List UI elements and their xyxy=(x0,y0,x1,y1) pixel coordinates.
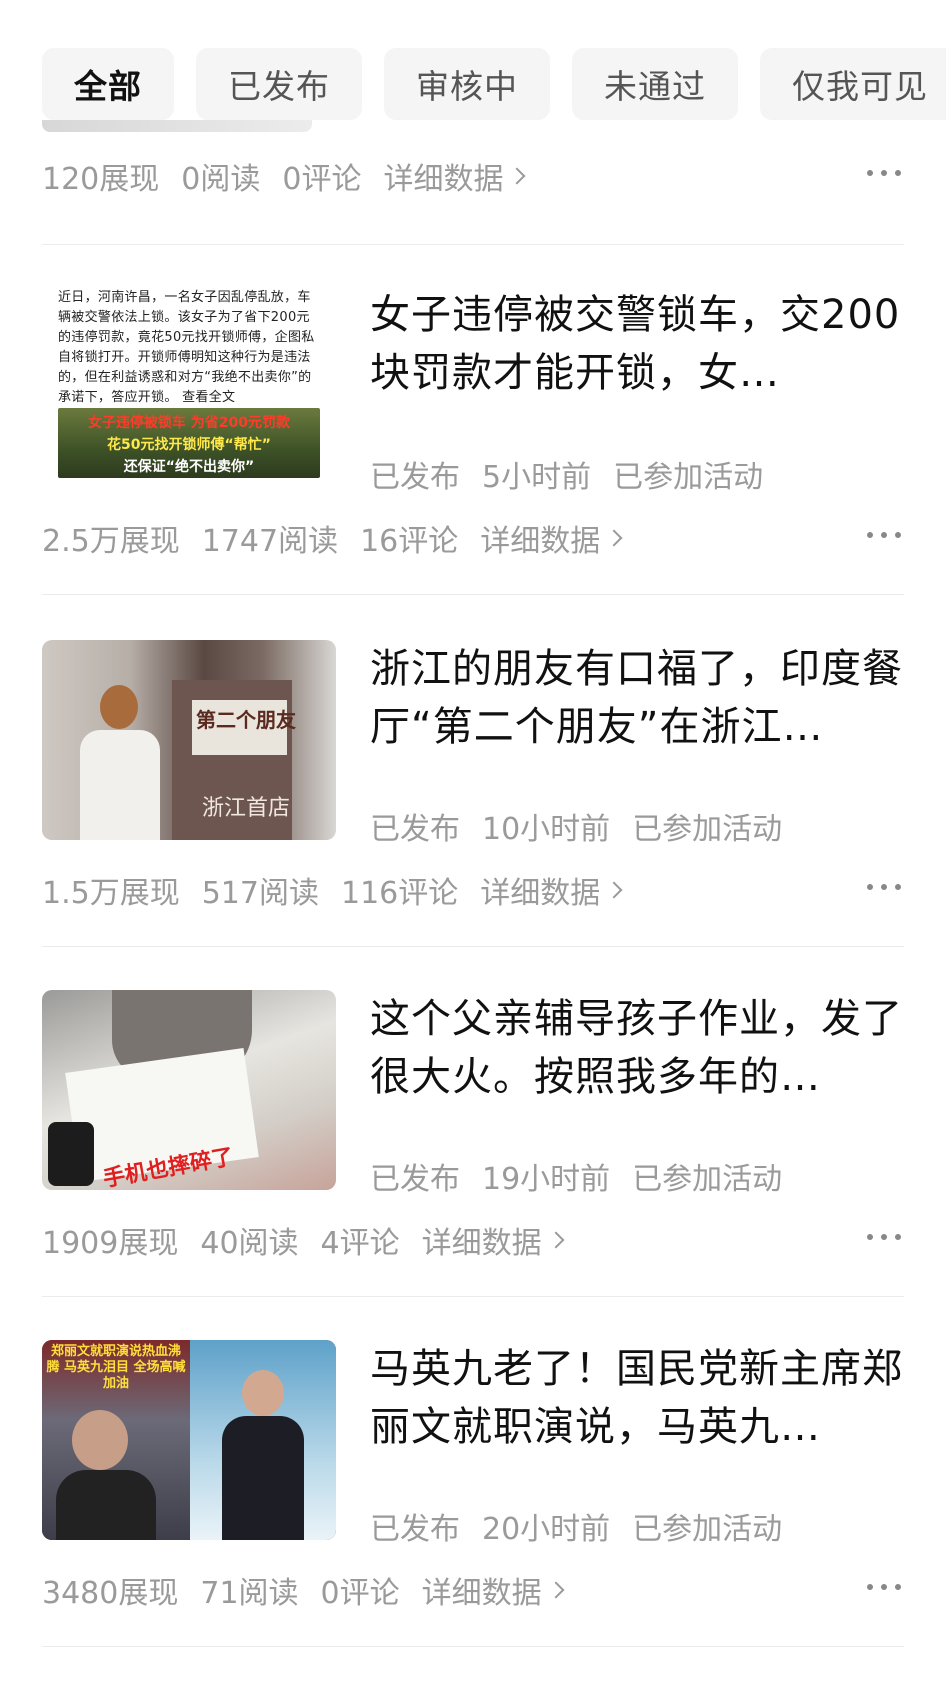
impressions-count: 3480展现 xyxy=(42,1576,179,1611)
detail-data-link[interactable]: 详细数据 xyxy=(383,154,526,198)
activity-label: 已参加活动 xyxy=(632,1512,783,1547)
article-title[interactable]: 浙江的朋友有口福了，印度餐厅“第二个朋友”在浙江… xyxy=(370,640,910,756)
tab-published[interactable]: 已发布 xyxy=(196,48,362,120)
divider xyxy=(42,1296,904,1297)
article-thumbnail[interactable]: 郑丽文就职演说热血沸腾 马英九泪目 全场高喊加油 xyxy=(42,1340,336,1540)
divider xyxy=(42,594,904,595)
impressions-count: 1.5万展现 xyxy=(42,876,180,911)
status-label: 已发布 xyxy=(370,812,460,847)
reads-count: 0阅读 xyxy=(181,162,261,197)
chevron-right-icon xyxy=(508,167,526,185)
detail-data-link[interactable]: 详细数据 xyxy=(422,1568,565,1612)
article-card[interactable]: 第二个朋友 浙江首店 浙江的朋友有口福了，印度餐厅“第二个朋友”在浙江… 已发布… xyxy=(42,632,904,932)
article-thumbnail[interactable]: 第二个朋友 浙江首店 xyxy=(42,640,336,840)
divider xyxy=(42,1646,904,1647)
article-card[interactable]: 手机也摔碎了 这个父亲辅导孩子作业，发了很大火。按照我多年的… 已发布 19小时… xyxy=(42,982,904,1282)
article-list-page: 全部 已发布 审核中 未通过 仅我可见 120展现 0阅读 0评论 详细数据 近… xyxy=(0,0,946,1682)
chevron-right-icon xyxy=(605,881,623,899)
thumbnail-store-text: 浙江首店 xyxy=(202,796,291,821)
article-card[interactable]: 郑丽文就职演说热血沸腾 马英九泪目 全场高喊加油 马英九老了！国民党新主席郑丽文… xyxy=(42,1332,904,1632)
reads-count: 40阅读 xyxy=(200,1226,299,1261)
more-options-icon[interactable] xyxy=(864,520,904,550)
more-options-icon[interactable] xyxy=(864,158,904,188)
article-card: 120展现 0阅读 0评论 详细数据 xyxy=(42,120,904,230)
impressions-count: 1909展现 xyxy=(42,1226,179,1261)
article-title[interactable]: 女子违停被交警锁车，交200块罚款才能开锁，女… xyxy=(370,286,910,402)
stats-row: 1.5万展现 517阅读 116评论 详细数据 xyxy=(42,868,623,912)
comments-count: 16评论 xyxy=(360,524,459,559)
comments-count: 4评论 xyxy=(320,1226,400,1261)
comments-count: 0评论 xyxy=(282,162,362,197)
article-card[interactable]: 近日，河南许昌，一名女子因乱停乱放，车辆被交警依法上锁。该女子为了省下200元的… xyxy=(42,280,904,580)
time-label: 19小时前 xyxy=(482,1162,611,1197)
comments-count: 116评论 xyxy=(340,876,459,911)
status-label: 已发布 xyxy=(370,1162,460,1197)
thumbnail-text: 近日，河南许昌，一名女子因乱停乱放，车辆被交警依法上锁。该女子为了省下200元的… xyxy=(58,290,315,405)
detail-data-link[interactable]: 详细数据 xyxy=(480,516,623,560)
chevron-right-icon xyxy=(547,1231,565,1249)
stats-row: 3480展现 71阅读 0评论 详细数据 xyxy=(42,1568,565,1612)
article-meta: 已发布 10小时前 已参加活动 xyxy=(370,804,782,848)
impressions-count: 2.5万展现 xyxy=(42,524,180,559)
tab-rejected[interactable]: 未通过 xyxy=(572,48,738,120)
article-title[interactable]: 这个父亲辅导孩子作业，发了很大火。按照我多年的… xyxy=(370,990,910,1106)
article-thumbnail[interactable]: 手机也摔碎了 xyxy=(42,990,336,1190)
time-label: 10小时前 xyxy=(482,812,611,847)
stats-row: 120展现 0阅读 0评论 详细数据 xyxy=(42,154,526,198)
more-options-icon[interactable] xyxy=(864,872,904,902)
detail-data-link[interactable]: 详细数据 xyxy=(480,868,623,912)
activity-label: 已参加活动 xyxy=(613,460,764,495)
activity-label: 已参加活动 xyxy=(632,812,783,847)
reads-count: 1747阅读 xyxy=(201,524,339,559)
divider xyxy=(42,946,904,947)
tab-reviewing[interactable]: 审核中 xyxy=(384,48,550,120)
divider xyxy=(42,244,904,245)
article-meta: 已发布 19小时前 已参加活动 xyxy=(370,1154,782,1198)
chevron-right-icon xyxy=(605,529,623,547)
article-title[interactable]: 马英九老了！国民党新主席郑丽文就职演说，马英九… xyxy=(370,1340,910,1456)
comments-count: 0评论 xyxy=(320,1576,400,1611)
detail-data-link[interactable]: 详细数据 xyxy=(422,1218,565,1262)
status-label: 已发布 xyxy=(370,1512,460,1547)
article-meta: 已发布 5小时前 已参加活动 xyxy=(370,452,763,496)
thumbnail-caption: 郑丽文就职演说热血沸腾 马英九泪目 全场高喊加油 xyxy=(46,1344,186,1391)
thumbnail-sign: 第二个朋友 xyxy=(196,708,296,732)
time-label: 5小时前 xyxy=(482,460,592,495)
chevron-right-icon xyxy=(547,1581,565,1599)
tab-all[interactable]: 全部 xyxy=(42,48,174,120)
filter-tabs: 全部 已发布 审核中 未通过 仅我可见 xyxy=(42,48,946,120)
article-thumbnail[interactable]: 近日，河南许昌，一名女子因乱停乱放，车辆被交警依法上锁。该女子为了省下200元的… xyxy=(42,280,336,480)
reads-count: 517阅读 xyxy=(201,876,319,911)
reads-count: 71阅读 xyxy=(200,1576,299,1611)
stats-row: 2.5万展现 1747阅读 16评论 详细数据 xyxy=(42,516,623,560)
status-label: 已发布 xyxy=(370,460,460,495)
activity-label: 已参加活动 xyxy=(632,1162,783,1197)
article-meta: 已发布 20小时前 已参加活动 xyxy=(370,1504,782,1548)
thumbnail-edge xyxy=(42,120,312,132)
impressions-count: 120展现 xyxy=(42,162,160,197)
tab-private[interactable]: 仅我可见 xyxy=(760,48,946,120)
phone-image xyxy=(48,1122,94,1186)
thumbnail-banner: 女子违停被锁车 为省200元罚款 花50元找开锁师傅“帮忙” 还保证“绝不出卖你… xyxy=(58,408,320,478)
stats-row: 1909展现 40阅读 4评论 详细数据 xyxy=(42,1218,565,1262)
more-options-icon[interactable] xyxy=(864,1222,904,1252)
more-options-icon[interactable] xyxy=(864,1572,904,1602)
time-label: 20小时前 xyxy=(482,1512,611,1547)
